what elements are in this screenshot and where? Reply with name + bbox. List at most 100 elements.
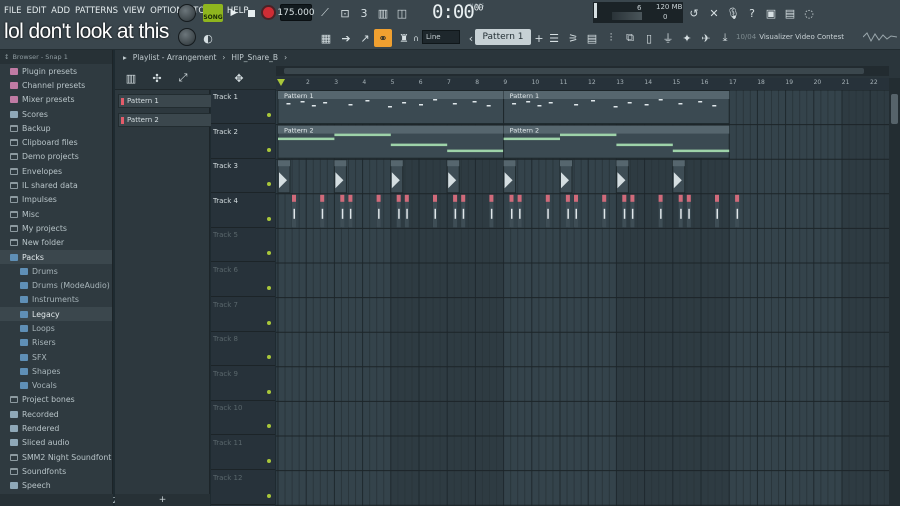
plugin-picker-icon[interactable]: ⧉ (622, 30, 638, 46)
browser-item[interactable]: Instruments (0, 293, 112, 307)
blend-notes-icon[interactable]: ◫ (394, 5, 410, 21)
browser-item[interactable]: Misc (0, 207, 112, 221)
track-mute-led[interactable] (267, 113, 271, 117)
track-header[interactable]: Track 7 (211, 298, 275, 332)
track-header[interactable]: Track 4 (211, 194, 275, 228)
track-mute-led[interactable] (267, 251, 271, 256)
move-icon[interactable]: ✣ (149, 70, 165, 86)
browser-item[interactable]: Shapes (0, 364, 112, 378)
track-mute-led[interactable] (267, 424, 271, 429)
track-header[interactable]: Track 2 (211, 125, 275, 159)
arrow-right-icon[interactable]: ➔ (338, 30, 354, 46)
tools-icon[interactable]: ✕ (706, 5, 722, 21)
browser-item[interactable]: New folder (0, 236, 112, 250)
arrow-icon[interactable]: ↕ (4, 53, 9, 61)
metronome-icon[interactable]: ⟋ (317, 5, 333, 21)
track-header[interactable]: Track 12 (211, 471, 275, 505)
browser-item[interactable]: Demo projects (0, 150, 112, 164)
browser-item[interactable]: Clipboard files (0, 135, 112, 149)
track-mute-led[interactable] (267, 355, 271, 360)
menu-edit[interactable]: EDIT (27, 6, 47, 16)
scroll-thumb[interactable] (891, 94, 898, 124)
browser-item[interactable]: Risers (0, 336, 112, 350)
playlist-canvas[interactable]: Pattern 1 Pattern 1 Pattern 2 Pattern 2 (276, 90, 889, 506)
news-scrubber[interactable] (863, 30, 897, 44)
browser-item[interactable]: Legacy (0, 307, 112, 322)
stop-button[interactable] (243, 5, 259, 21)
track-header[interactable]: Track 5 (211, 228, 275, 263)
playlist-grid[interactable]: Pattern 1 Pattern 1 Pattern 2 Pattern 2 (276, 90, 889, 506)
add-pattern-icon[interactable]: + (531, 30, 547, 46)
save-icon[interactable]: ▣ (763, 5, 779, 21)
browser-item[interactable]: Envelopes (0, 164, 112, 178)
browser-item[interactable]: Impulses (0, 193, 112, 207)
arrow-right-icon[interactable]: ▸ (123, 53, 127, 62)
track-mute-led[interactable] (267, 459, 271, 463)
browser-item[interactable]: Plugin presets (0, 64, 112, 78)
browser-item[interactable]: Speech (0, 479, 112, 493)
browser-item[interactable]: Drums (ModeAudio) (0, 278, 112, 292)
browser-item[interactable]: Mixer presets (0, 93, 112, 107)
render-icon[interactable]: ▤ (782, 5, 798, 21)
menu-patterns[interactable]: PATTERNS (75, 6, 118, 16)
record-button[interactable] (261, 5, 276, 20)
resize-icon[interactable]: ⤢ (175, 70, 191, 86)
picker-pattern[interactable]: Pattern 1 (118, 94, 212, 108)
track-header[interactable]: Track 11 (211, 436, 275, 470)
file-icon[interactable]: ▯ (641, 30, 657, 46)
snap-selector[interactable]: Line (422, 30, 460, 44)
playhead-marker[interactable] (277, 79, 285, 86)
track-header[interactable]: Track 3 (211, 159, 275, 194)
track-header[interactable]: Track 10 (211, 401, 275, 436)
browser-item[interactable]: Packs (0, 249, 112, 265)
browser-item[interactable]: Sliced audio (0, 436, 112, 450)
countdown-icon[interactable]: 3 (356, 5, 372, 21)
magnet-icon[interactable]: ∩ (412, 33, 420, 43)
browser-item[interactable]: Rendered (0, 421, 112, 435)
channel-rack-icon[interactable]: ▤ (584, 30, 600, 46)
scroll-thumb[interactable] (284, 68, 864, 74)
link-icon[interactable]: ⚭ (374, 29, 392, 47)
track-mute-led[interactable] (267, 389, 271, 394)
browser-item[interactable]: Recorded (0, 407, 112, 421)
track-header[interactable]: Track 1 (211, 90, 275, 124)
browser-item[interactable]: Soundfonts (0, 464, 112, 478)
piano-roll-icon[interactable]: ▦ (318, 30, 334, 46)
track-mute-led[interactable] (267, 216, 271, 221)
wait-icon[interactable]: ◐ (200, 30, 216, 46)
browser-item[interactable]: Channel presets (0, 78, 112, 92)
piano-roll-icon[interactable]: ▥ (123, 70, 139, 86)
add-pattern-button[interactable]: + (115, 494, 210, 506)
track-mute-led[interactable] (267, 182, 271, 187)
menu-view[interactable]: VIEW (123, 6, 145, 16)
step-edit-icon[interactable]: ▥ (375, 5, 391, 21)
pattern-selector[interactable]: Pattern 1 (475, 29, 531, 45)
help-icon[interactable]: ? (744, 5, 760, 21)
track-mute-led[interactable] (267, 147, 271, 152)
stamp-icon[interactable]: ♜ (396, 30, 412, 46)
song-mode-toggle[interactable]: SONG (203, 4, 223, 22)
menu-add[interactable]: ADD (51, 6, 70, 16)
touch-keyboard-icon[interactable]: ✈ (698, 30, 714, 46)
pan-icon[interactable]: ↗ (357, 30, 373, 46)
browser-item[interactable]: Scores (0, 107, 112, 121)
download-icon[interactable]: ⤓ (717, 30, 733, 46)
master-pitch-knob[interactable] (178, 28, 196, 46)
master-volume-knob[interactable] (178, 4, 196, 22)
browser-item[interactable]: Vocals (0, 379, 112, 393)
browser-item[interactable]: Loops (0, 321, 112, 335)
timeline-ruler[interactable]: 2 3 4 5 6 7 8 9 10 11 12 13 14 15 16 17 18 19 20 21 22 (276, 78, 889, 90)
news-ticker[interactable]: 10/04 Visualizer Video Contest (736, 33, 844, 41)
browser-item[interactable]: Project bones (0, 393, 112, 407)
picker-pattern[interactable]: Pattern 2 (118, 113, 212, 127)
track-mute-led[interactable] (267, 493, 271, 498)
microphone-icon[interactable]: 🎙︎ (725, 5, 741, 21)
plug-icon[interactable]: ⏚ (660, 30, 676, 46)
track-mute-led[interactable] (267, 286, 271, 290)
menu-file[interactable]: FILE (4, 6, 22, 16)
track-header[interactable]: Track 8 (211, 332, 275, 367)
track-mute-led[interactable] (267, 320, 271, 325)
browser-item[interactable]: My projects (0, 221, 112, 235)
track-header[interactable]: Track 9 (211, 367, 275, 401)
undo-history-icon[interactable]: ↺ (686, 5, 702, 21)
